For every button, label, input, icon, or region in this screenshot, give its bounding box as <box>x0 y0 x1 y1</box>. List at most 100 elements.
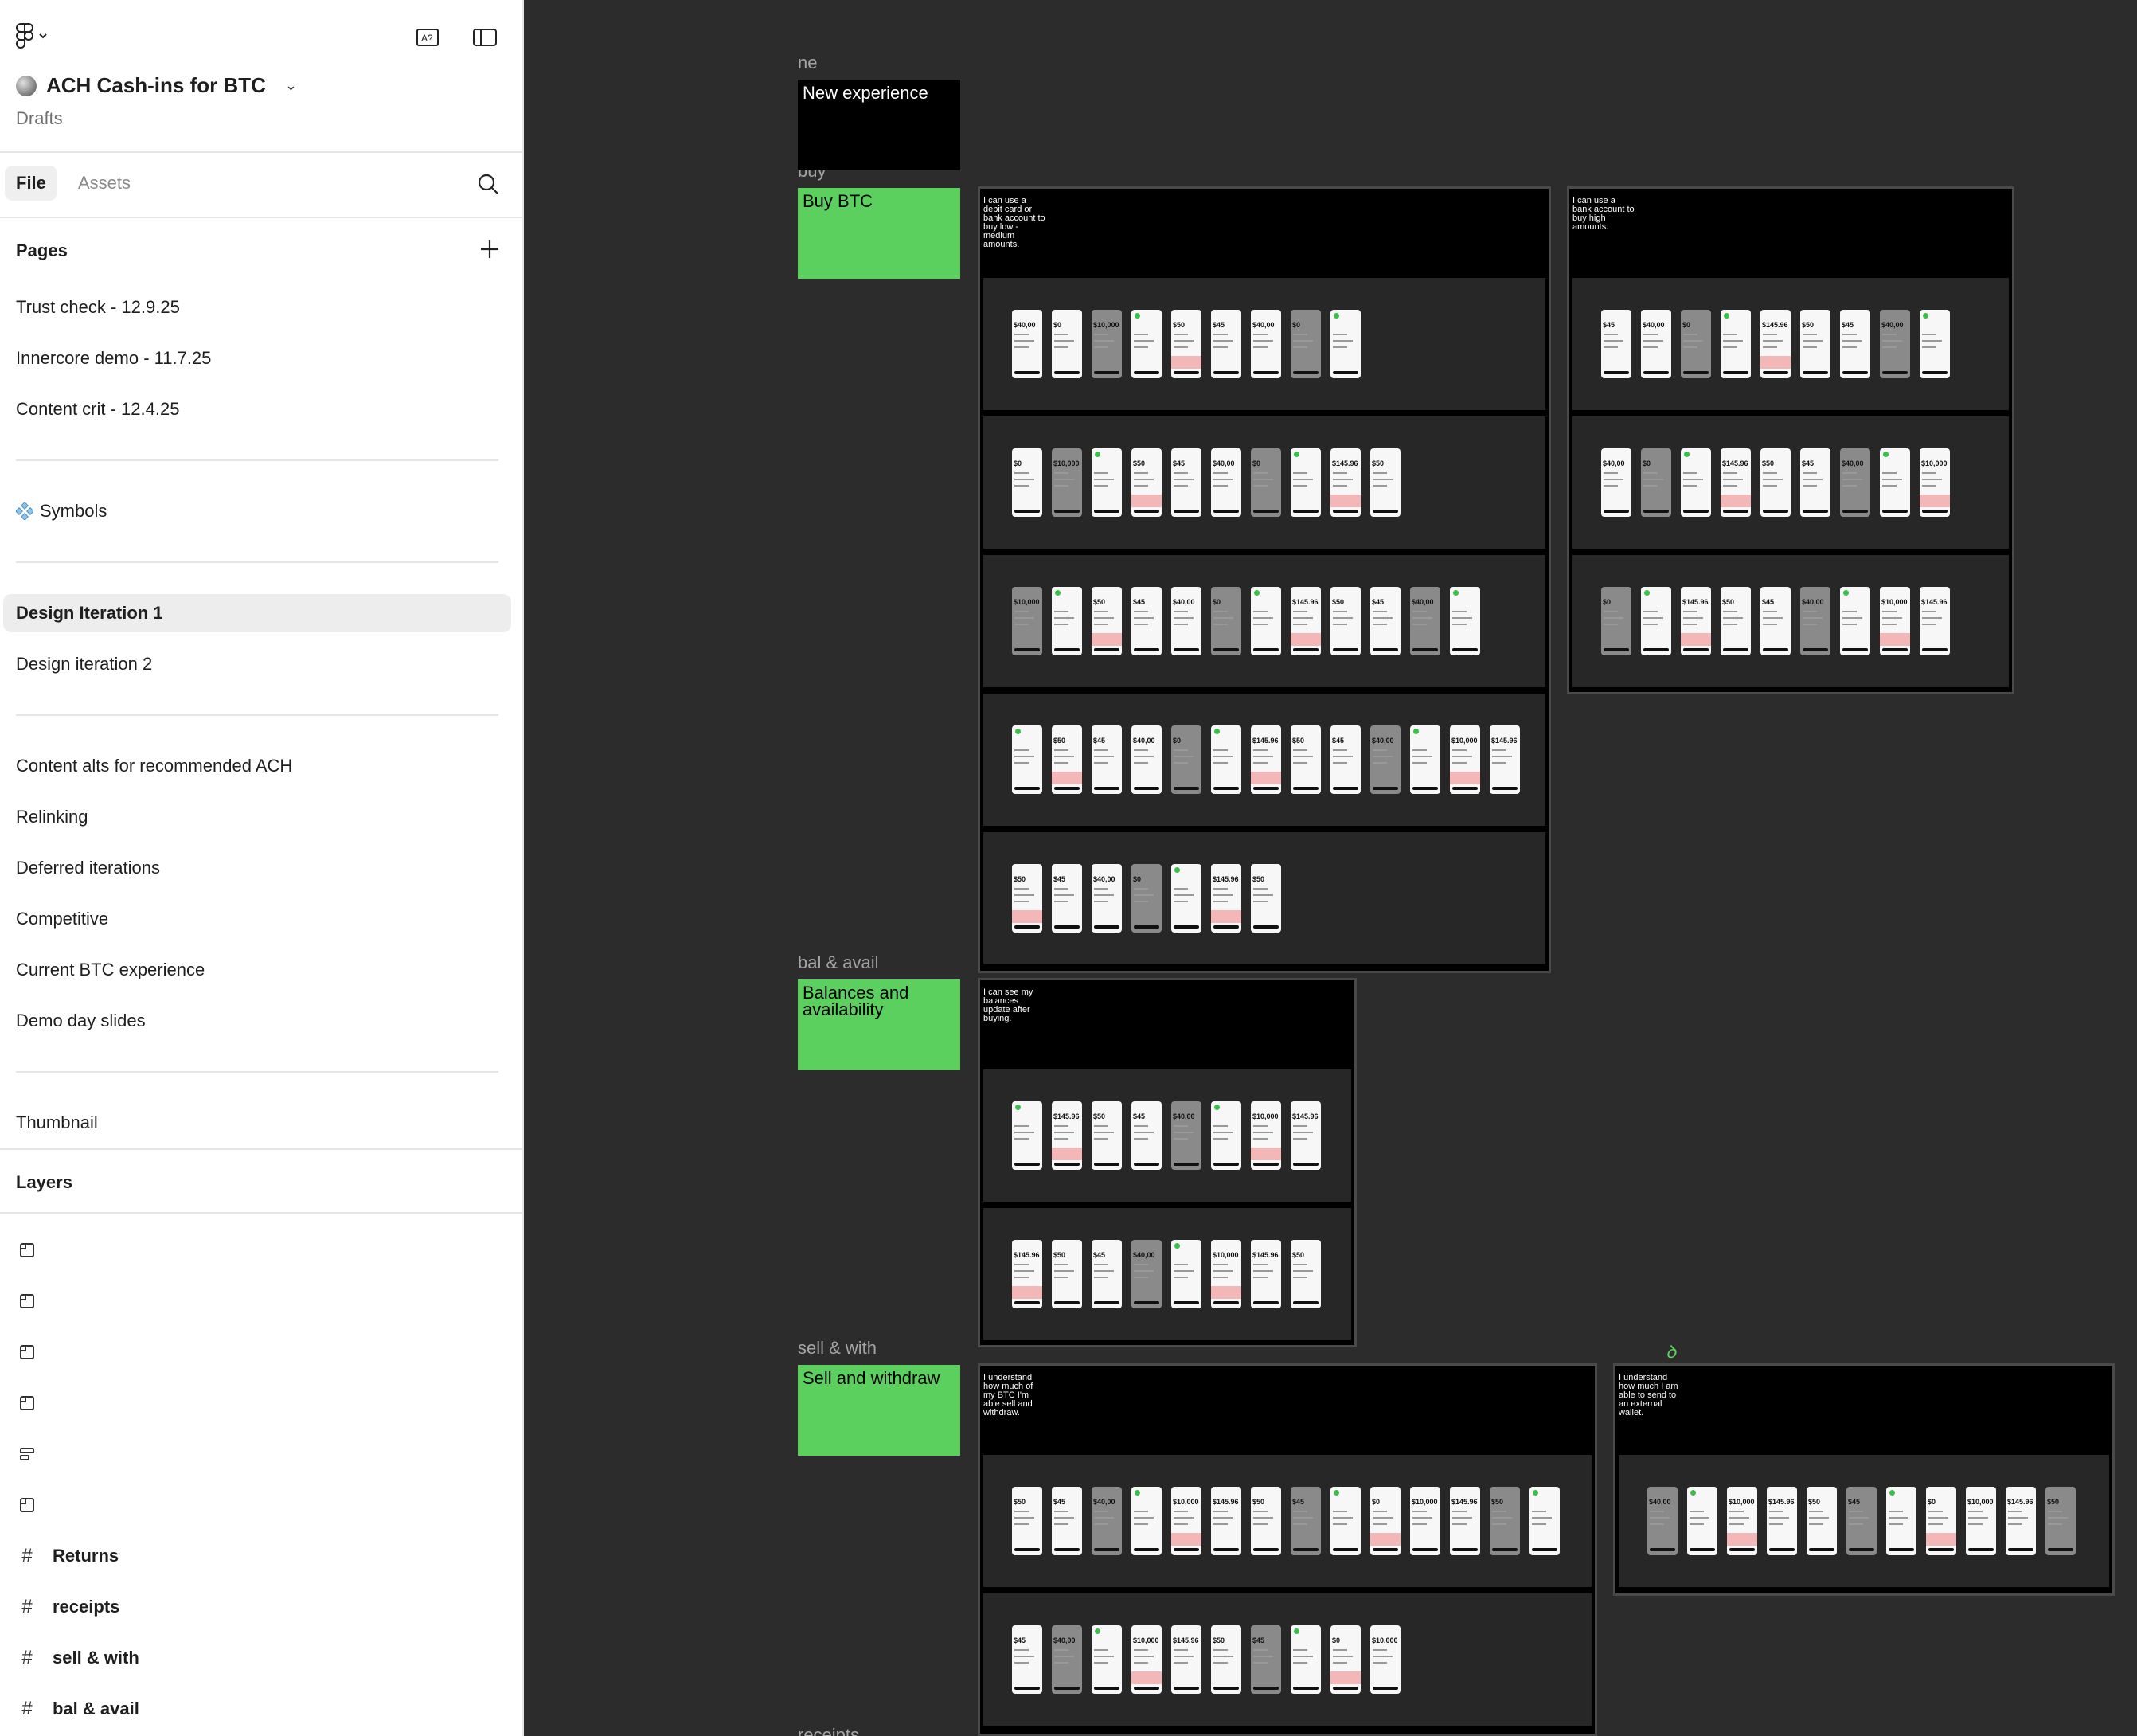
flow-row[interactable]: $50 $45 $40,00 $0 $145.96 $50 <box>983 832 1545 964</box>
phone-screen-thumbnail[interactable]: $50 <box>1330 587 1361 655</box>
phone-screen-thumbnail[interactable] <box>1052 587 1082 655</box>
phone-screen-thumbnail[interactable]: $0 <box>1291 310 1321 378</box>
phone-screen-thumbnail[interactable]: $145.96 <box>1330 448 1361 517</box>
board-buy-high[interactable]: I can use a bank account to buy high amo… <box>1567 186 2014 694</box>
phone-screen-thumbnail[interactable] <box>1291 1625 1321 1694</box>
design-canvas[interactable]: ne buy bal & avail sell & with receipts … <box>525 0 2137 1736</box>
phone-screen-thumbnail[interactable] <box>1886 1487 1916 1555</box>
phone-screen-thumbnail[interactable]: $50 <box>1291 725 1321 794</box>
phone-screen-thumbnail[interactable]: $145.96 <box>1211 864 1241 933</box>
plus-icon[interactable] <box>478 237 502 261</box>
tab-file[interactable]: File <box>5 166 57 201</box>
tab-assets[interactable]: Assets <box>67 166 142 201</box>
panel-toggle-icon[interactable] <box>471 24 498 51</box>
phone-screen-thumbnail[interactable] <box>1291 448 1321 517</box>
flow-row[interactable]: $45 $40,00 $10,000 $145.96 $50 $45 $0 $10,000 <box>983 1593 1592 1726</box>
phone-screen-thumbnail[interactable]: $10,000 <box>1012 587 1042 655</box>
sticker-balances[interactable]: Balances and availability <box>798 979 960 1070</box>
phone-screen-thumbnail[interactable]: $40,00 <box>1012 310 1042 378</box>
phone-screen-thumbnail[interactable] <box>1687 1487 1717 1555</box>
board-buy-low[interactable]: I can use a debit card or bank account t… <box>978 186 1551 973</box>
file-title-button[interactable]: ACH Cash-ins for BTC ⌄ <box>16 73 297 98</box>
phone-screen-thumbnail[interactable] <box>1211 725 1241 794</box>
phone-screen-thumbnail[interactable]: $50 <box>2045 1487 2076 1555</box>
phone-screen-thumbnail[interactable]: $10,000 <box>1920 448 1950 517</box>
phone-screen-thumbnail[interactable]: $145.96 <box>1012 1240 1042 1308</box>
phone-screen-thumbnail[interactable]: $145.96 <box>1681 587 1711 655</box>
phone-screen-thumbnail[interactable]: $50 <box>1052 725 1082 794</box>
phone-screen-thumbnail[interactable]: $10,000 <box>1966 1487 1996 1555</box>
section-label[interactable]: sell & with <box>798 1338 877 1359</box>
phone-screen-thumbnail[interactable] <box>1450 587 1480 655</box>
phone-screen-thumbnail[interactable] <box>1721 310 1751 378</box>
board-balances[interactable]: I can see my balances update after buyin… <box>978 978 1357 1347</box>
layer-row[interactable] <box>16 1489 38 1521</box>
phone-screen-thumbnail[interactable]: $40,00 <box>1092 864 1122 933</box>
phone-screen-thumbnail[interactable]: $50 <box>1092 1101 1122 1170</box>
phone-screen-thumbnail[interactable]: $10,000 <box>1880 587 1910 655</box>
phone-screen-thumbnail[interactable] <box>1330 310 1361 378</box>
phone-screen-thumbnail[interactable]: $145.96 <box>1767 1487 1797 1555</box>
flow-row[interactable]: $0 $10,000 $50 $45 $40,00 $0 $145.96 $50 <box>983 416 1545 549</box>
main-menu-button[interactable] <box>16 22 64 49</box>
layer-row[interactable] <box>16 1438 38 1470</box>
flow-row[interactable]: $0 $145.96 $50 $45 $40,00 $10,000 $145.96 <box>1572 555 2009 687</box>
phone-screen-thumbnail[interactable]: $50 <box>1800 310 1830 378</box>
phone-screen-thumbnail[interactable]: $145.96 <box>1251 1240 1281 1308</box>
phone-screen-thumbnail[interactable]: $50 <box>1291 1240 1321 1308</box>
phone-screen-thumbnail[interactable]: $145.96 <box>1171 1625 1201 1694</box>
phone-screen-thumbnail[interactable] <box>1251 587 1281 655</box>
phone-screen-thumbnail[interactable] <box>1330 1487 1361 1555</box>
page-item[interactable]: Current BTC experience <box>3 951 511 989</box>
phone-screen-thumbnail[interactable]: $50 <box>1052 1240 1082 1308</box>
phone-screen-thumbnail[interactable] <box>1410 725 1440 794</box>
phone-screen-thumbnail[interactable]: $0 <box>1926 1487 1956 1555</box>
phone-screen-thumbnail[interactable]: $40,00 <box>1211 448 1241 517</box>
phone-screen-thumbnail[interactable]: $40,00 <box>1052 1625 1082 1694</box>
layer-row[interactable] <box>16 1285 38 1317</box>
layer-row[interactable] <box>16 1336 38 1368</box>
phone-screen-thumbnail[interactable] <box>1880 448 1910 517</box>
board-external[interactable]: I understand how much I am able to send … <box>1613 1363 2115 1596</box>
phone-screen-thumbnail[interactable]: $50 <box>1171 310 1201 378</box>
phone-screen-thumbnail[interactable]: $0 <box>1171 725 1201 794</box>
phone-screen-thumbnail[interactable]: $50 <box>1012 864 1042 933</box>
phone-screen-thumbnail[interactable] <box>1641 587 1671 655</box>
phone-screen-thumbnail[interactable]: $40,00 <box>1131 725 1162 794</box>
phone-screen-thumbnail[interactable]: $45 <box>1251 1625 1281 1694</box>
flow-row[interactable]: $145.96 $50 $45 $40,00 $10,000 $145.96 $50 <box>983 1208 1351 1340</box>
phone-screen-thumbnail[interactable]: $40,00 <box>1647 1487 1678 1555</box>
phone-screen-thumbnail[interactable]: $50 <box>1721 587 1751 655</box>
phone-screen-thumbnail[interactable]: $45 <box>1601 310 1631 378</box>
phone-screen-thumbnail[interactable]: $50 <box>1807 1487 1837 1555</box>
phone-screen-thumbnail[interactable]: $10,000 <box>1727 1487 1757 1555</box>
phone-screen-thumbnail[interactable] <box>1920 310 1950 378</box>
page-item[interactable]: Relinking <box>3 798 511 836</box>
page-item[interactable]: Innercore demo - 11.7.25 <box>3 339 511 377</box>
phone-screen-thumbnail[interactable] <box>1171 864 1201 933</box>
phone-screen-thumbnail[interactable]: $50 <box>1251 864 1281 933</box>
layer-row[interactable]: # bal & avail <box>16 1693 139 1725</box>
phone-screen-thumbnail[interactable] <box>1171 1240 1201 1308</box>
page-item[interactable]: Competitive <box>3 900 511 938</box>
board-sell[interactable]: I understand how much of my BTC I'm able… <box>978 1363 1597 1736</box>
page-item-selected[interactable]: Design Iteration 1 <box>3 594 511 632</box>
section-label[interactable]: ne <box>798 53 817 73</box>
layer-row[interactable]: # receipts <box>16 1591 119 1623</box>
ai-text-icon[interactable]: A? <box>414 24 441 51</box>
page-item[interactable]: Content alts for recommended ACH <box>3 747 511 785</box>
phone-screen-thumbnail[interactable]: $45 <box>1131 1101 1162 1170</box>
phone-screen-thumbnail[interactable]: $40,00 <box>1171 1101 1201 1170</box>
phone-screen-thumbnail[interactable]: $145.96 <box>1920 587 1950 655</box>
page-item[interactable]: Thumbnail <box>3 1104 511 1142</box>
phone-screen-thumbnail[interactable]: $145.96 <box>1211 1487 1241 1555</box>
layer-row[interactable]: # Returns <box>16 1540 119 1572</box>
phone-screen-thumbnail[interactable]: $45 <box>1171 448 1201 517</box>
phone-screen-thumbnail[interactable]: $145.96 <box>1450 1487 1480 1555</box>
phone-screen-thumbnail[interactable] <box>1131 1487 1162 1555</box>
phone-screen-thumbnail[interactable]: $40,00 <box>1370 725 1401 794</box>
phone-screen-thumbnail[interactable]: $145.96 <box>1760 310 1791 378</box>
phone-screen-thumbnail[interactable] <box>1211 1101 1241 1170</box>
phone-screen-thumbnail[interactable]: $45 <box>1846 1487 1877 1555</box>
phone-screen-thumbnail[interactable]: $40,00 <box>1880 310 1910 378</box>
